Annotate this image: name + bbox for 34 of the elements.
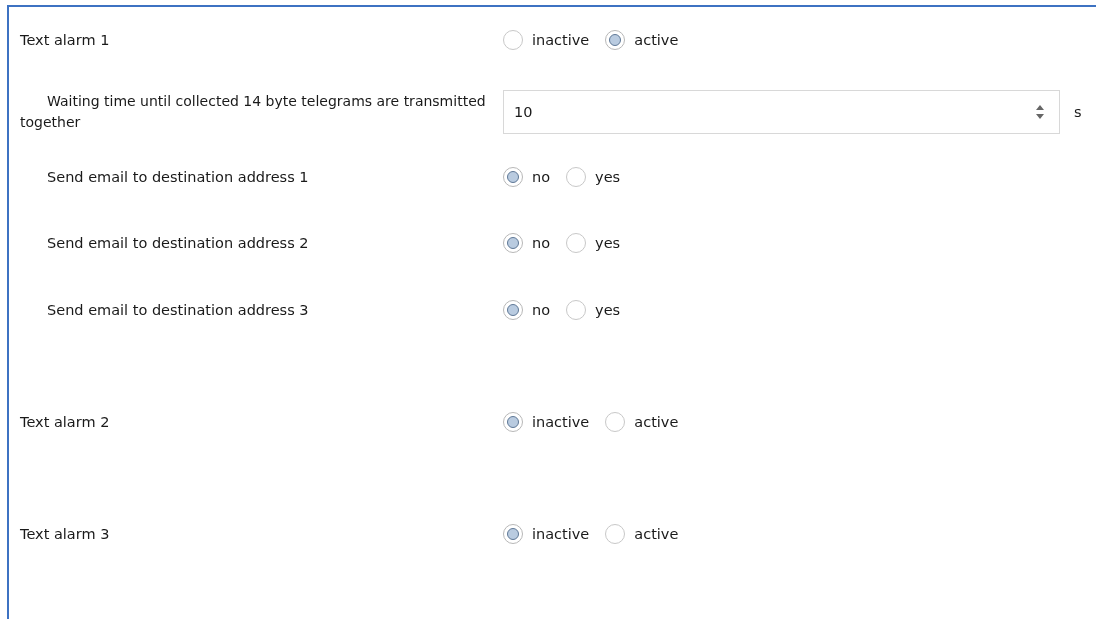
radio-label[interactable]: yes [595,302,621,318]
number-field[interactable]: 10 [503,90,1060,134]
radio-button[interactable] [503,167,523,187]
spinner-arrows-icon[interactable] [1035,103,1045,121]
radio-label[interactable]: active [634,32,679,48]
radio-button[interactable] [605,412,626,432]
setting-label: Send email to destination address 3 [46,302,309,318]
radio-label[interactable]: inactive [532,526,590,542]
radio-button[interactable] [503,412,523,432]
radio-label[interactable]: inactive [532,32,590,48]
radio-label[interactable]: inactive [532,414,590,430]
radio-label[interactable]: no [532,169,551,185]
radio-button[interactable] [503,300,523,320]
setting-label: Send email to destination address 1 [46,169,309,185]
unit-label: s [1074,104,1082,120]
radio-button[interactable] [566,300,587,320]
radio-label[interactable]: active [634,414,679,430]
radio-label[interactable]: active [634,526,679,542]
setting-label: Waiting time until collected 14 byte telegrams are transmitted together [20,92,487,132]
setting-label: Send email to destination address 2 [46,235,309,251]
radio-button[interactable] [503,524,523,544]
radio-label[interactable]: no [532,235,551,251]
radio-button[interactable] [503,30,523,50]
setting-label: Text alarm 2 [20,414,110,430]
radio-label[interactable]: yes [595,235,621,251]
radio-label[interactable]: no [532,302,551,318]
radio-label[interactable]: yes [595,169,621,185]
setting-label: Text alarm 1 [20,32,110,48]
radio-button[interactable] [566,167,587,187]
radio-button[interactable] [503,233,523,253]
radio-button[interactable] [605,30,626,50]
radio-button[interactable] [566,233,587,253]
radio-button[interactable] [605,524,626,544]
setting-label: Text alarm 3 [20,526,110,542]
